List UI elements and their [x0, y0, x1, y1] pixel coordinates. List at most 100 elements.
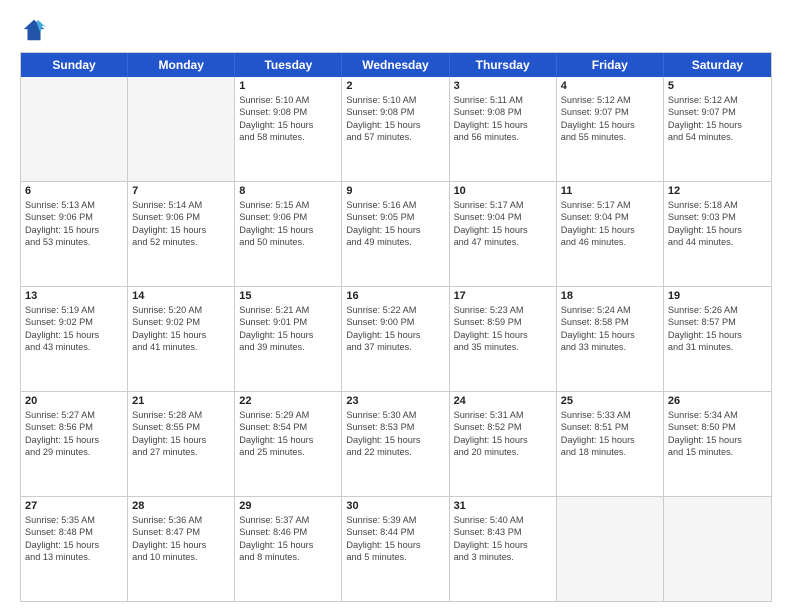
cell-info-line: Daylight: 15 hours [346, 434, 444, 446]
weekday-header-friday: Friday [557, 53, 664, 77]
cell-info-line: Daylight: 15 hours [454, 224, 552, 236]
cell-info-line: Sunset: 8:55 PM [132, 421, 230, 433]
day-number: 29 [239, 500, 337, 512]
cell-info-line: Sunrise: 5:17 AM [454, 199, 552, 211]
cell-info-line: and 39 minutes. [239, 341, 337, 353]
cell-info-line: Daylight: 15 hours [239, 434, 337, 446]
cell-info-line: Sunset: 8:48 PM [25, 526, 123, 538]
header [20, 16, 772, 44]
day-number: 18 [561, 290, 659, 302]
cell-info-line: Sunrise: 5:10 AM [239, 94, 337, 106]
day-number: 2 [346, 80, 444, 92]
day-number: 5 [668, 80, 767, 92]
cell-info-line: Sunset: 9:02 PM [25, 316, 123, 328]
cell-info-line: and 46 minutes. [561, 236, 659, 248]
cell-info-line: Sunrise: 5:10 AM [346, 94, 444, 106]
day-cell-23: 23Sunrise: 5:30 AMSunset: 8:53 PMDayligh… [342, 392, 449, 496]
cell-info-line: Sunrise: 5:14 AM [132, 199, 230, 211]
cell-info-line: Sunset: 8:47 PM [132, 526, 230, 538]
day-cell-22: 22Sunrise: 5:29 AMSunset: 8:54 PMDayligh… [235, 392, 342, 496]
cell-info-line: and 13 minutes. [25, 551, 123, 563]
cell-info-line: Sunset: 9:00 PM [346, 316, 444, 328]
cell-info-line: Daylight: 15 hours [239, 539, 337, 551]
day-number: 3 [454, 80, 552, 92]
cell-info-line: Sunset: 9:02 PM [132, 316, 230, 328]
cell-info-line: and 57 minutes. [346, 131, 444, 143]
page: SundayMondayTuesdayWednesdayThursdayFrid… [0, 0, 792, 612]
cell-info-line: Daylight: 15 hours [561, 119, 659, 131]
cell-info-line: Daylight: 15 hours [668, 224, 767, 236]
cell-info-line: Sunset: 8:57 PM [668, 316, 767, 328]
day-number: 11 [561, 185, 659, 197]
day-cell-30: 30Sunrise: 5:39 AMSunset: 8:44 PMDayligh… [342, 497, 449, 601]
cell-info-line: Sunset: 8:56 PM [25, 421, 123, 433]
cell-info-line: Sunset: 9:06 PM [239, 211, 337, 223]
day-cell-31: 31Sunrise: 5:40 AMSunset: 8:43 PMDayligh… [450, 497, 557, 601]
day-number: 8 [239, 185, 337, 197]
calendar-row-2: 13Sunrise: 5:19 AMSunset: 9:02 PMDayligh… [21, 286, 771, 391]
day-number: 24 [454, 395, 552, 407]
cell-info-line: and 10 minutes. [132, 551, 230, 563]
day-cell-15: 15Sunrise: 5:21 AMSunset: 9:01 PMDayligh… [235, 287, 342, 391]
cell-info-line: Sunset: 8:51 PM [561, 421, 659, 433]
day-cell-9: 9Sunrise: 5:16 AMSunset: 9:05 PMDaylight… [342, 182, 449, 286]
cell-info-line: and 3 minutes. [454, 551, 552, 563]
cell-info-line: Sunrise: 5:20 AM [132, 304, 230, 316]
cell-info-line: and 43 minutes. [25, 341, 123, 353]
day-cell-11: 11Sunrise: 5:17 AMSunset: 9:04 PMDayligh… [557, 182, 664, 286]
cell-info-line: Daylight: 15 hours [454, 329, 552, 341]
day-cell-17: 17Sunrise: 5:23 AMSunset: 8:59 PMDayligh… [450, 287, 557, 391]
cell-info-line: Sunset: 8:58 PM [561, 316, 659, 328]
cell-info-line: Daylight: 15 hours [239, 119, 337, 131]
cell-info-line: Daylight: 15 hours [25, 434, 123, 446]
day-cell-3: 3Sunrise: 5:11 AMSunset: 9:08 PMDaylight… [450, 77, 557, 181]
day-number: 16 [346, 290, 444, 302]
cell-info-line: Sunrise: 5:12 AM [668, 94, 767, 106]
cell-info-line: and 33 minutes. [561, 341, 659, 353]
cell-info-line: and 22 minutes. [346, 446, 444, 458]
day-number: 20 [25, 395, 123, 407]
day-number: 28 [132, 500, 230, 512]
calendar-row-1: 6Sunrise: 5:13 AMSunset: 9:06 PMDaylight… [21, 181, 771, 286]
day-cell-6: 6Sunrise: 5:13 AMSunset: 9:06 PMDaylight… [21, 182, 128, 286]
day-number: 21 [132, 395, 230, 407]
day-number: 31 [454, 500, 552, 512]
weekday-header-wednesday: Wednesday [342, 53, 449, 77]
day-cell-8: 8 Sunrise: 5:15 AMSunset: 9:06 PMDaylight… [235, 182, 342, 286]
day-cell-1: 1Sunrise: 5:10 AMSunset: 9:08 PMDaylight… [235, 77, 342, 181]
cell-info-line: Sunrise: 5:17 AM [561, 199, 659, 211]
day-cell-25: 25Sunrise: 5:33 AMSunset: 8:51 PMDayligh… [557, 392, 664, 496]
cell-info-line: and 53 minutes. [25, 236, 123, 248]
cell-info-line: Daylight: 15 hours [132, 224, 230, 236]
cell-info-line: Sunrise: 5:36 AM [132, 514, 230, 526]
cell-info-line: Sunrise: 5:13 AM [25, 199, 123, 211]
weekday-header-thursday: Thursday [450, 53, 557, 77]
cell-info-line: and 18 minutes. [561, 446, 659, 458]
logo [20, 16, 52, 44]
cell-info-line: Sunrise: 5:15 AM [239, 199, 337, 211]
empty-cell [128, 77, 235, 181]
day-cell-10: 10Sunrise: 5:17 AMSunset: 9:04 PMDayligh… [450, 182, 557, 286]
cell-info-line: Sunset: 9:07 PM [561, 106, 659, 118]
calendar-header-row: SundayMondayTuesdayWednesdayThursdayFrid… [21, 53, 771, 77]
cell-info-line: Sunrise: 5:11 AM [454, 94, 552, 106]
cell-info-line: and 52 minutes. [132, 236, 230, 248]
cell-info-line: and 29 minutes. [25, 446, 123, 458]
cell-info-line: Sunrise: 5:40 AM [454, 514, 552, 526]
cell-info-line: Sunset: 9:06 PM [25, 211, 123, 223]
day-number: 12 [668, 185, 767, 197]
cell-info-line: and 35 minutes. [454, 341, 552, 353]
cell-info-line: Daylight: 15 hours [239, 224, 337, 236]
day-number: 30 [346, 500, 444, 512]
cell-info-line: and 49 minutes. [346, 236, 444, 248]
cell-info-line: Sunrise: 5:37 AM [239, 514, 337, 526]
day-number: 26 [668, 395, 767, 407]
calendar-row-4: 27Sunrise: 5:35 AMSunset: 8:48 PMDayligh… [21, 496, 771, 601]
day-cell-16: 16Sunrise: 5:22 AMSunset: 9:00 PMDayligh… [342, 287, 449, 391]
cell-info-line: Sunrise: 5:39 AM [346, 514, 444, 526]
cell-info-line: and 5 minutes. [346, 551, 444, 563]
cell-info-line: Sunrise: 5:22 AM [346, 304, 444, 316]
cell-info-line: Sunrise: 5:23 AM [454, 304, 552, 316]
day-number: 14 [132, 290, 230, 302]
cell-info-line: and 55 minutes. [561, 131, 659, 143]
